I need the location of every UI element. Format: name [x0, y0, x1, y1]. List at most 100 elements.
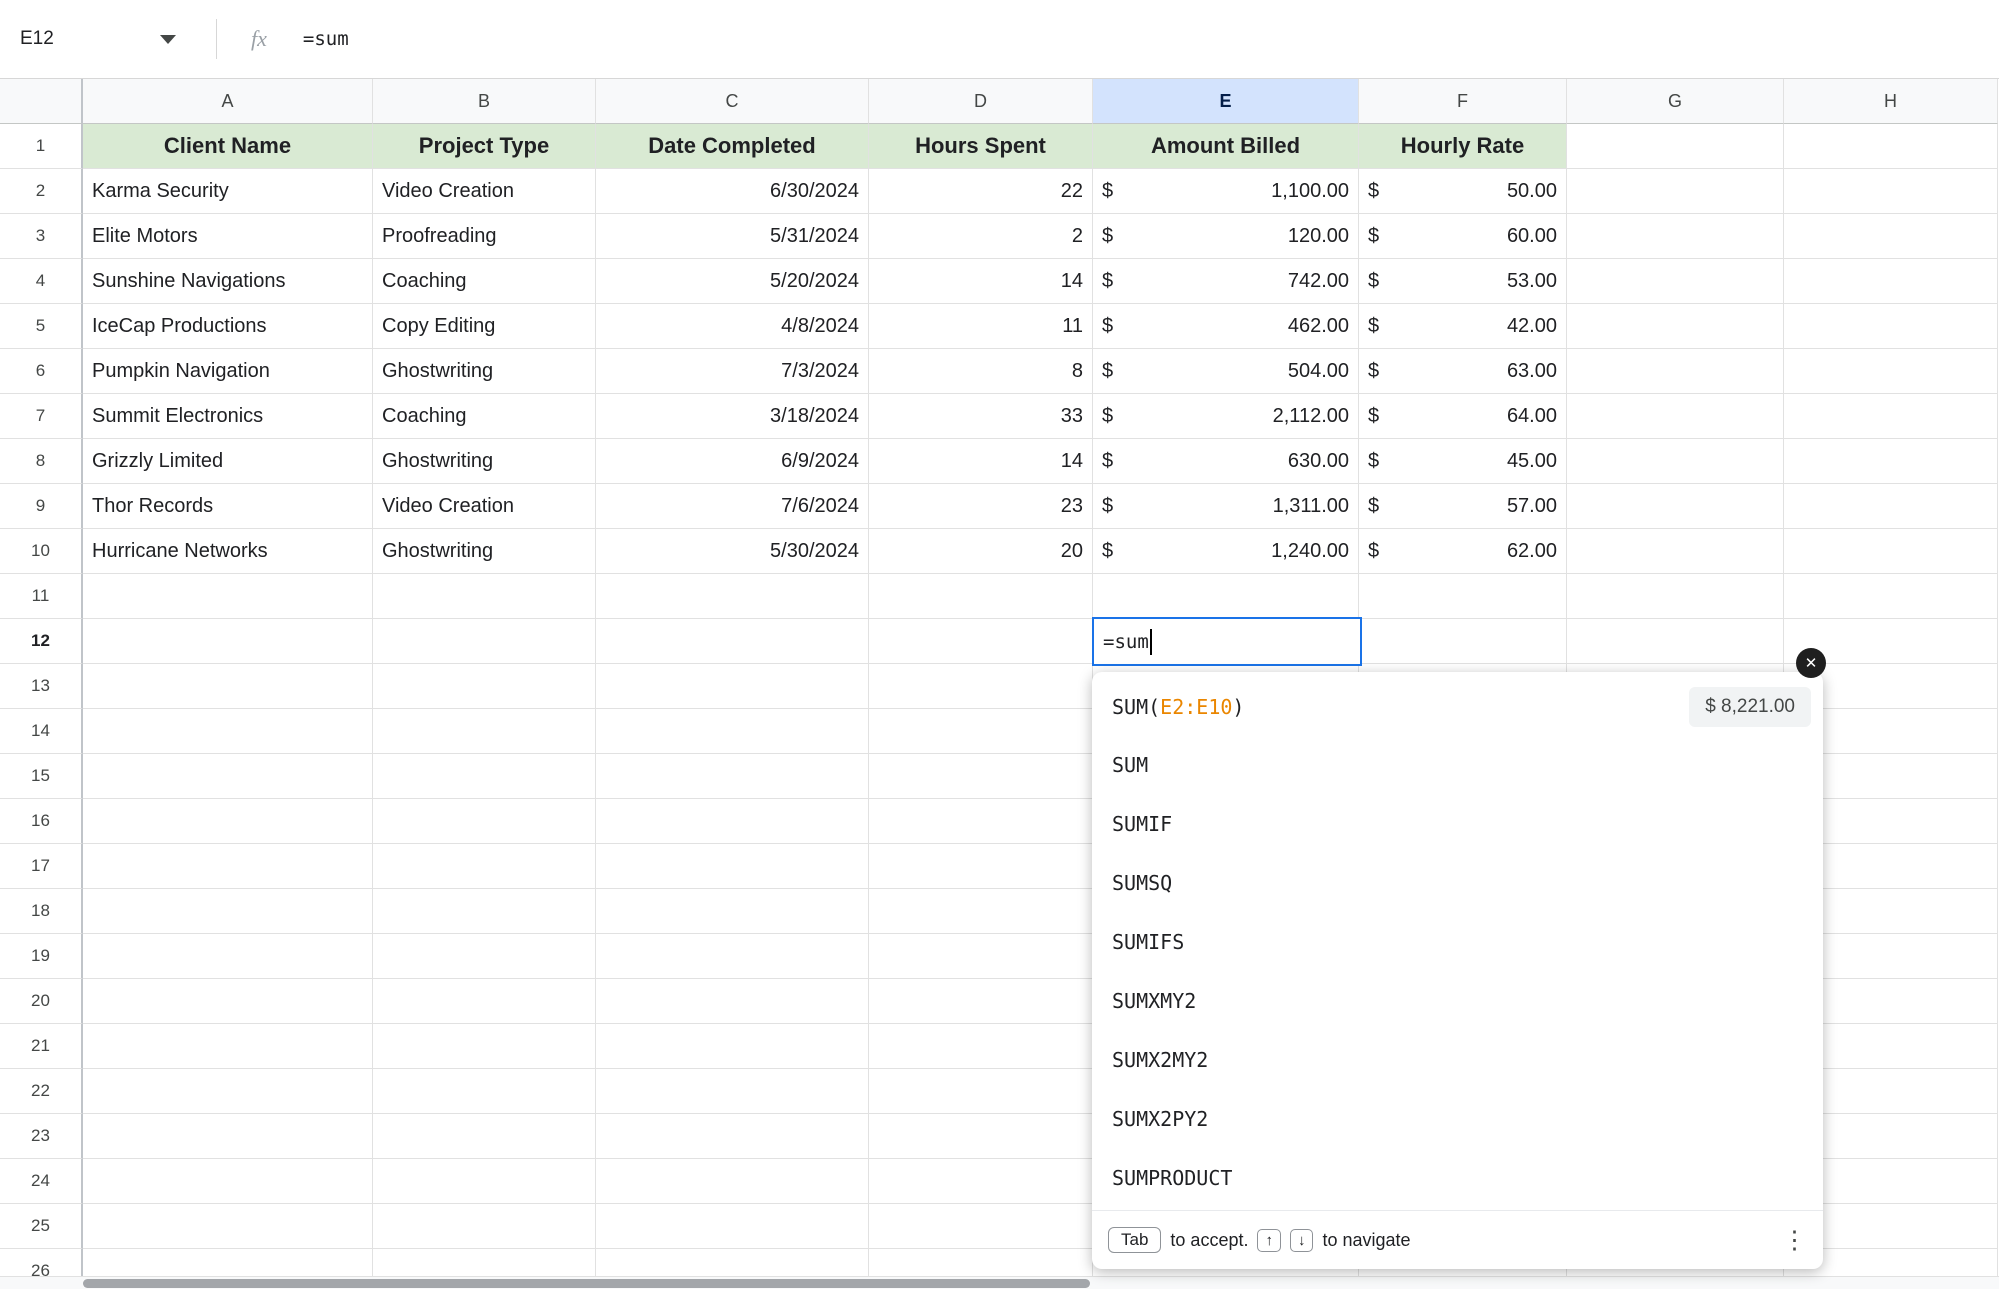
row-header-8[interactable]: 8: [0, 439, 83, 484]
cell-G3[interactable]: [1567, 214, 1784, 259]
row-header-12[interactable]: 12: [0, 619, 83, 664]
column-header-C[interactable]: C: [596, 79, 869, 124]
cell-A1[interactable]: Client Name: [83, 124, 373, 169]
cell-C19[interactable]: [596, 934, 869, 979]
column-header-H[interactable]: H: [1784, 79, 1998, 124]
cell-A19[interactable]: [83, 934, 373, 979]
cell-G6[interactable]: [1567, 349, 1784, 394]
cell-D24[interactable]: [869, 1159, 1093, 1204]
cell-B24[interactable]: [373, 1159, 596, 1204]
cell-F9[interactable]: $57.00: [1359, 484, 1567, 529]
cell-C1[interactable]: Date Completed: [596, 124, 869, 169]
cell-D9[interactable]: 23: [869, 484, 1093, 529]
row-header-15[interactable]: 15: [0, 754, 83, 799]
row-header-2[interactable]: 2: [0, 169, 83, 214]
row-header-13[interactable]: 13: [0, 664, 83, 709]
cell-F10[interactable]: $62.00: [1359, 529, 1567, 574]
cell-E8[interactable]: $630.00: [1093, 439, 1359, 484]
cell-B7[interactable]: Coaching: [373, 394, 596, 439]
cell-A16[interactable]: [83, 799, 373, 844]
cell-B17[interactable]: [373, 844, 596, 889]
cell-G2[interactable]: [1567, 169, 1784, 214]
row-header-3[interactable]: 3: [0, 214, 83, 259]
cell-C25[interactable]: [596, 1204, 869, 1249]
row-header-19[interactable]: 19: [0, 934, 83, 979]
cell-B10[interactable]: Ghostwriting: [373, 529, 596, 574]
cell-D13[interactable]: [869, 664, 1093, 709]
cell-H2[interactable]: [1784, 169, 1998, 214]
cell-D2[interactable]: 22: [869, 169, 1093, 214]
cell-F3[interactable]: $60.00: [1359, 214, 1567, 259]
cell-B5[interactable]: Copy Editing: [373, 304, 596, 349]
cell-E6[interactable]: $504.00: [1093, 349, 1359, 394]
row-header-18[interactable]: 18: [0, 889, 83, 934]
formula-input[interactable]: =sum: [303, 28, 349, 50]
row-header-25[interactable]: 25: [0, 1204, 83, 1249]
cell-A14[interactable]: [83, 709, 373, 754]
close-icon[interactable]: ✕: [1796, 648, 1826, 678]
cell-G9[interactable]: [1567, 484, 1784, 529]
cell-A21[interactable]: [83, 1024, 373, 1069]
cell-D20[interactable]: [869, 979, 1093, 1024]
column-header-G[interactable]: G: [1567, 79, 1784, 124]
cell-D3[interactable]: 2: [869, 214, 1093, 259]
cell-G11[interactable]: [1567, 574, 1784, 619]
cell-E11[interactable]: [1093, 574, 1359, 619]
cell-A12[interactable]: [83, 619, 373, 664]
cell-D10[interactable]: 20: [869, 529, 1093, 574]
cell-C16[interactable]: [596, 799, 869, 844]
column-header-B[interactable]: B: [373, 79, 596, 124]
cell-B16[interactable]: [373, 799, 596, 844]
cell-A2[interactable]: Karma Security: [83, 169, 373, 214]
cell-D11[interactable]: [869, 574, 1093, 619]
cell-D12[interactable]: [869, 619, 1093, 664]
cell-E2[interactable]: $1,100.00: [1093, 169, 1359, 214]
cell-H1[interactable]: [1784, 124, 1998, 169]
row-header-6[interactable]: 6: [0, 349, 83, 394]
cell-D4[interactable]: 14: [869, 259, 1093, 304]
row-header-20[interactable]: 20: [0, 979, 83, 1024]
cell-A10[interactable]: Hurricane Networks: [83, 529, 373, 574]
cell-F8[interactable]: $45.00: [1359, 439, 1567, 484]
row-header-1[interactable]: 1: [0, 124, 83, 169]
cell-B6[interactable]: Ghostwriting: [373, 349, 596, 394]
column-header-D[interactable]: D: [869, 79, 1093, 124]
cell-F4[interactable]: $53.00: [1359, 259, 1567, 304]
cell-G12[interactable]: [1567, 619, 1784, 664]
cell-D17[interactable]: [869, 844, 1093, 889]
row-header-23[interactable]: 23: [0, 1114, 83, 1159]
cell-E1[interactable]: Amount Billed: [1093, 124, 1359, 169]
cell-C26[interactable]: [596, 1249, 869, 1277]
row-header-11[interactable]: 11: [0, 574, 83, 619]
cell-C8[interactable]: 6/9/2024: [596, 439, 869, 484]
column-header-F[interactable]: F: [1359, 79, 1567, 124]
cell-B22[interactable]: [373, 1069, 596, 1114]
cell-A22[interactable]: [83, 1069, 373, 1114]
cell-H9[interactable]: [1784, 484, 1998, 529]
cell-B18[interactable]: [373, 889, 596, 934]
cell-B1[interactable]: Project Type: [373, 124, 596, 169]
cell-D19[interactable]: [869, 934, 1093, 979]
cell-B8[interactable]: Ghostwriting: [373, 439, 596, 484]
cell-E4[interactable]: $742.00: [1093, 259, 1359, 304]
cell-B15[interactable]: [373, 754, 596, 799]
cell-G8[interactable]: [1567, 439, 1784, 484]
cell-C12[interactable]: [596, 619, 869, 664]
autocomplete-item-sumx2py2[interactable]: SUMX2PY2: [1092, 1090, 1823, 1149]
cell-A4[interactable]: Sunshine Navigations: [83, 259, 373, 304]
cell-A3[interactable]: Elite Motors: [83, 214, 373, 259]
cell-F6[interactable]: $63.00: [1359, 349, 1567, 394]
cell-C11[interactable]: [596, 574, 869, 619]
autocomplete-item-sumif[interactable]: SUMIF: [1092, 795, 1823, 854]
cell-E10[interactable]: $1,240.00: [1093, 529, 1359, 574]
autocomplete-item-sumx2my2[interactable]: SUMX2MY2: [1092, 1031, 1823, 1090]
cell-B3[interactable]: Proofreading: [373, 214, 596, 259]
cell-A6[interactable]: Pumpkin Navigation: [83, 349, 373, 394]
cell-B9[interactable]: Video Creation: [373, 484, 596, 529]
name-box-dropdown-icon[interactable]: [160, 35, 176, 44]
row-header-24[interactable]: 24: [0, 1159, 83, 1204]
cell-C17[interactable]: [596, 844, 869, 889]
cell-C2[interactable]: 6/30/2024: [596, 169, 869, 214]
cell-H11[interactable]: [1784, 574, 1998, 619]
cell-F12[interactable]: [1359, 619, 1567, 664]
